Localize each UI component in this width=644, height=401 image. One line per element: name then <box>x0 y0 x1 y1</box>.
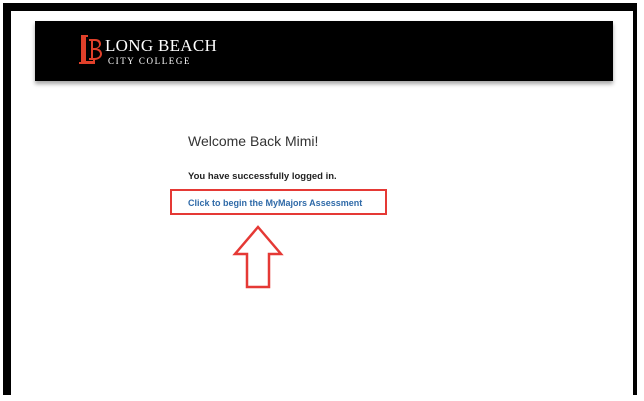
begin-assessment-link[interactable]: Click to begin the MyMajors Assessment <box>188 198 362 208</box>
screenshot-frame: LONG BEACH CITY COLLEGE Welcome Back Mim… <box>3 3 637 395</box>
lbcc-monogram-icon <box>79 35 102 64</box>
college-logo[interactable]: LONG BEACH CITY COLLEGE <box>77 33 267 69</box>
logo-text-city-college: CITY COLLEGE <box>108 56 192 66</box>
welcome-heading: Welcome Back Mimi! <box>188 133 319 149</box>
login-status-message: You have successfully logged in. <box>188 171 337 182</box>
up-arrow-outline-icon <box>232 225 284 289</box>
site-header: LONG BEACH CITY COLLEGE <box>35 21 613 81</box>
page-content: LONG BEACH CITY COLLEGE Welcome Back Mim… <box>11 11 633 395</box>
logo-text-long-beach: LONG BEACH <box>105 36 218 55</box>
